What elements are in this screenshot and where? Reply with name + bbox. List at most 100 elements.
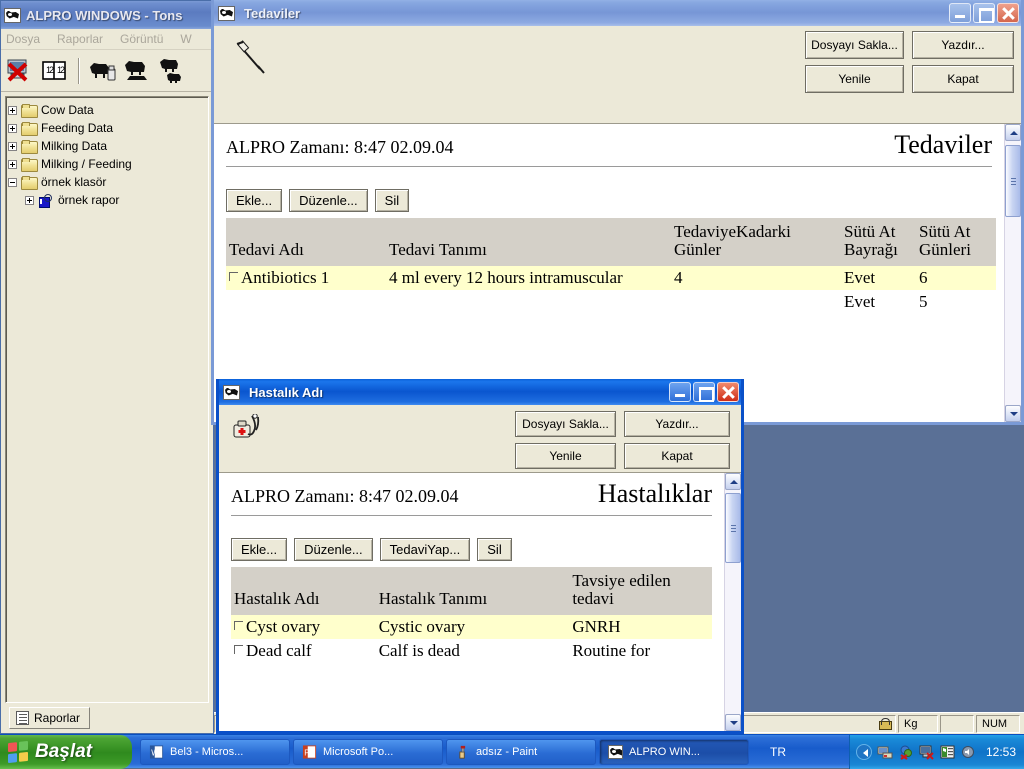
tedaviler-report-scroll: ALPRO Zamanı: 8:47 02.09.04 Tedaviler Ek… xyxy=(214,124,1004,422)
taskbar-item-alpro[interactable]: ALPRO WIN... xyxy=(599,739,749,765)
taskbar-item-word[interactable]: W Bel3 - Micros... xyxy=(140,739,290,765)
scroll-track[interactable] xyxy=(1005,141,1021,405)
taskbar-item-label: ALPRO WIN... xyxy=(629,746,700,758)
tedaviler-action-row[interactable]: Ekle... Düzenle... Sil xyxy=(214,167,1004,218)
ekle-button[interactable]: Ekle... xyxy=(231,538,287,561)
refresh-button[interactable]: Yenile xyxy=(515,443,616,469)
scroll-thumb[interactable] xyxy=(725,493,741,563)
alpro-menubar[interactable]: Dosya Raporlar Görüntü W xyxy=(1,29,213,50)
cow-feeding-icon[interactable] xyxy=(87,55,119,87)
expander-icon[interactable] xyxy=(8,106,17,115)
maximize-button[interactable] xyxy=(693,382,715,402)
tedaviler-titlebar[interactable]: Tedaviler xyxy=(214,0,1021,26)
expander-icon[interactable] xyxy=(8,142,17,151)
scroll-up-arrow-icon[interactable] xyxy=(1005,124,1021,141)
expander-icon[interactable] xyxy=(25,196,34,205)
taskbar-buttons[interactable]: W Bel3 - Micros... P Microsoft Po... a xyxy=(140,739,786,765)
cow-calf-icon[interactable] xyxy=(155,55,187,87)
close-window-button[interactable]: Kapat xyxy=(624,443,730,469)
table-row[interactable]: Cyst ovary Cystic ovary GNRH xyxy=(231,615,712,639)
scroll-thumb[interactable] xyxy=(1005,145,1021,217)
ekle-button[interactable]: Ekle... xyxy=(226,189,282,212)
menu-goruntu[interactable]: Görüntü xyxy=(120,32,163,46)
antivirus-icon[interactable] xyxy=(898,744,914,760)
menu-raporlar[interactable]: Raporlar xyxy=(57,32,103,46)
hastalik-action-row[interactable]: Ekle... Düzenle... TedaviYap... Sil xyxy=(219,516,724,567)
tab-raporlar[interactable]: Raporlar xyxy=(9,707,90,729)
duzenle-button[interactable]: Düzenle... xyxy=(289,189,368,212)
cow-icon xyxy=(4,8,21,23)
taskbar[interactable]: Başlat W Bel3 - Micros... P Microsoft Po… xyxy=(0,734,1024,768)
language-indicator[interactable]: TR xyxy=(770,745,786,759)
tree-item-ornek-klasor[interactable]: örnek klasör xyxy=(8,173,206,191)
taskbar-item-paint[interactable]: adsız - Paint xyxy=(446,739,596,765)
scroll-up-arrow-icon[interactable] xyxy=(725,473,741,490)
hastalik-vertical-scrollbar[interactable] xyxy=(724,473,741,731)
numbers-book-icon[interactable]: 1 2 1 2 xyxy=(39,55,71,87)
save-file-button[interactable]: Dosyayı Sakla... xyxy=(515,411,616,437)
duzenle-button[interactable]: Düzenle... xyxy=(294,538,373,561)
alpro-body: Cow Data Feeding Data Milking Data Milki… xyxy=(1,92,213,733)
expander-icon[interactable] xyxy=(8,160,17,169)
hastaliklar-table[interactable]: Hastalık Adı Hastalık Tanımı Tavsiye edi… xyxy=(231,567,712,663)
display-icon[interactable] xyxy=(919,744,935,760)
hastalik-report-scroll: ALPRO Zamanı: 8:47 02.09.04 Hastalıklar … xyxy=(219,473,724,731)
clock[interactable]: 12:53 xyxy=(986,745,1016,759)
tree-item-cow-data[interactable]: Cow Data xyxy=(8,101,206,119)
refresh-button[interactable]: Yenile xyxy=(805,65,904,93)
table-row[interactable]: Antibiotics 1 4 ml every 12 hours intram… xyxy=(226,266,996,290)
cow-milking-icon[interactable] xyxy=(121,55,153,87)
hastalik-window-buttons[interactable] xyxy=(669,382,739,402)
tree-item-milking-data[interactable]: Milking Data xyxy=(8,137,206,155)
table-row[interactable]: Dead calf Calf is dead Routine for xyxy=(231,639,712,663)
scroll-down-arrow-icon[interactable] xyxy=(1005,405,1021,422)
sil-button[interactable]: Sil xyxy=(375,189,409,212)
row-checkbox-icon[interactable] xyxy=(234,621,243,630)
tedaviler-vertical-scrollbar[interactable] xyxy=(1004,124,1021,422)
tedaviler-window[interactable]: Tedaviler Dosyayı Sakla... Yazdır... Yen… xyxy=(211,0,1024,425)
sil-button[interactable]: Sil xyxy=(477,538,511,561)
print-button[interactable]: Yazdır... xyxy=(912,31,1014,59)
save-file-button[interactable]: Dosyayı Sakla... xyxy=(805,31,904,59)
volume-icon[interactable] xyxy=(961,744,977,760)
row-checkbox-icon[interactable] xyxy=(234,645,243,654)
menu-w[interactable]: W xyxy=(180,32,191,46)
network-icon[interactable] xyxy=(877,744,893,760)
close-window-button[interactable]: Kapat xyxy=(912,65,1014,93)
alpro-main-window[interactable]: ALPRO WINDOWS - Tons Dosya Raporlar Görü… xyxy=(0,0,214,734)
tree-item-ornek-rapor[interactable]: örnek rapor xyxy=(8,191,206,209)
cell-hastalik-adi[interactable]: Dead calf xyxy=(231,639,376,663)
scroll-track[interactable] xyxy=(725,490,741,714)
row-checkbox-icon[interactable] xyxy=(229,272,238,281)
taskbar-item-powerpoint[interactable]: P Microsoft Po... xyxy=(293,739,443,765)
minimize-button[interactable] xyxy=(949,3,971,23)
expander-icon[interactable] xyxy=(8,124,17,133)
hastalik-titlebar[interactable]: Hastalık Adı xyxy=(219,379,741,405)
close-button[interactable] xyxy=(717,382,739,402)
table-row[interactable]: Evet 5 xyxy=(226,290,996,314)
start-button[interactable]: Başlat xyxy=(0,735,132,769)
minimize-button[interactable] xyxy=(669,382,691,402)
alpro-toolbar[interactable]: 1 2 1 2 xyxy=(1,50,213,92)
cell-hastalik-adi[interactable]: Cyst ovary xyxy=(231,615,376,639)
tedaviler-window-buttons[interactable] xyxy=(949,3,1019,23)
cell-tedavi-adi[interactable] xyxy=(226,290,386,314)
show-hidden-icons-chevron-icon[interactable] xyxy=(856,744,872,760)
hastalik-adi-window[interactable]: Hastalık Adı Dosyayı Sakla... Yazdır... … xyxy=(216,379,744,734)
tedaviler-table[interactable]: Tedavi Adı Tedavi Tanımı TedaviyeKadarki… xyxy=(226,218,996,314)
print-button[interactable]: Yazdır... xyxy=(624,411,730,437)
cell-tedavi-adi[interactable]: Antibiotics 1 xyxy=(226,266,386,290)
scroll-down-arrow-icon[interactable] xyxy=(725,714,741,731)
report-tree[interactable]: Cow Data Feeding Data Milking Data Milki… xyxy=(5,96,209,703)
shield-icon[interactable] xyxy=(940,744,956,760)
tree-item-feeding-data[interactable]: Feeding Data xyxy=(8,119,206,137)
expander-icon[interactable] xyxy=(8,178,17,187)
maximize-button[interactable] xyxy=(973,3,995,23)
no-computer-icon[interactable] xyxy=(5,55,37,87)
menu-dosya[interactable]: Dosya xyxy=(6,32,40,46)
tedavi-yap-button[interactable]: TedaviYap... xyxy=(380,538,471,561)
close-button[interactable] xyxy=(997,3,1019,23)
system-tray[interactable]: 12:53 xyxy=(849,735,1024,769)
alpro-titlebar[interactable]: ALPRO WINDOWS - Tons xyxy=(1,1,213,29)
tree-item-milking-feeding[interactable]: Milking / Feeding xyxy=(8,155,206,173)
